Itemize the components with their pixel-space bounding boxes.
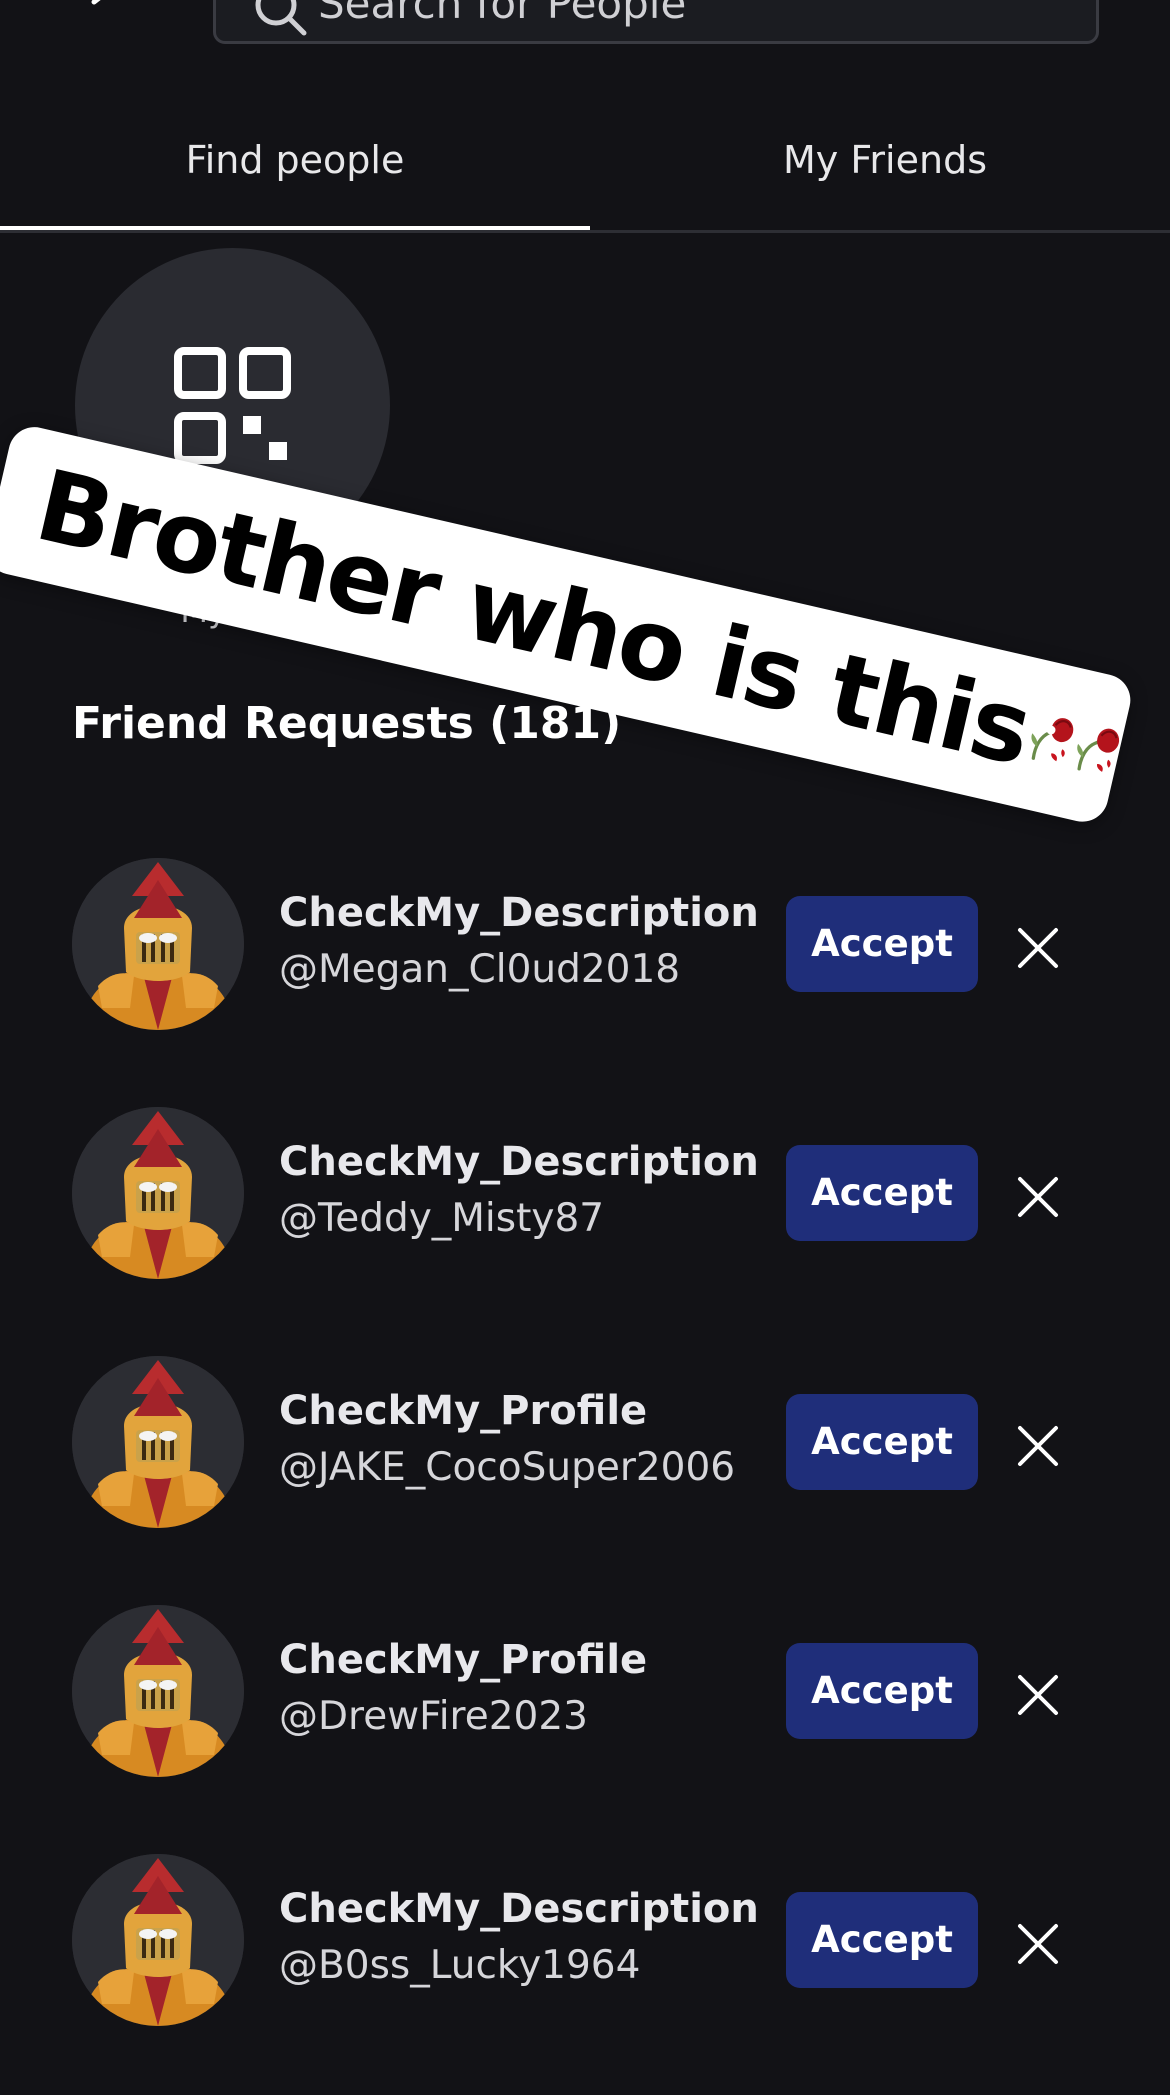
- avatar[interactable]: [72, 1107, 244, 1279]
- username: @JAKE_CocoSuper2006: [279, 1445, 736, 1490]
- decline-button[interactable]: [1008, 1914, 1068, 1974]
- close-icon: [1018, 928, 1058, 968]
- display-name[interactable]: CheckMy_Description: [279, 1886, 759, 1932]
- accept-button[interactable]: Accept: [786, 1643, 978, 1739]
- username: @Teddy_Misty87: [279, 1196, 605, 1241]
- username: @DrewFire2023: [279, 1694, 588, 1739]
- knight-avatar-icon: [72, 858, 244, 1030]
- close-icon: [1018, 1675, 1058, 1715]
- accept-button[interactable]: Accept: [786, 1145, 978, 1241]
- knight-avatar-icon: [72, 1107, 244, 1279]
- username: @B0ss_Lucky1964: [279, 1943, 641, 1988]
- accept-button[interactable]: Accept: [786, 1892, 978, 1988]
- more-options-icon[interactable]: [1015, 712, 1057, 736]
- back-arrow-icon[interactable]: [90, 0, 116, 14]
- decline-button[interactable]: [1008, 1665, 1068, 1725]
- tab-bar: Find people My Friends: [0, 110, 1170, 233]
- knight-avatar-icon: [72, 1854, 244, 2026]
- friend-request-list: CheckMy_Description @Megan_Cl0ud2018 Acc…: [0, 850, 1170, 2095]
- decline-button[interactable]: [1008, 1416, 1068, 1476]
- close-icon: [1018, 1177, 1058, 1217]
- knight-avatar-icon: [72, 1356, 244, 1528]
- search-box[interactable]: [213, 0, 1099, 44]
- username: @Megan_Cl0ud2018: [279, 947, 681, 992]
- friend-requests-heading: Friend Requests (181): [72, 698, 622, 749]
- accept-button[interactable]: Accept: [786, 1394, 978, 1490]
- search-input[interactable]: [316, 0, 1020, 43]
- friend-request-row: CheckMy_Description @B0ss_Lucky1964 Acce…: [0, 1846, 1170, 2095]
- display-name[interactable]: CheckMy_Description: [279, 1139, 759, 1185]
- accept-button[interactable]: Accept: [786, 896, 978, 992]
- friend-request-row: CheckMy_Description @Megan_Cl0ud2018 Acc…: [0, 850, 1170, 1099]
- search-icon: [255, 0, 307, 36]
- display-name[interactable]: CheckMy_Profile: [279, 1388, 647, 1434]
- display-name[interactable]: CheckMy_Profile: [279, 1637, 647, 1683]
- avatar[interactable]: [72, 1854, 244, 2026]
- avatar[interactable]: [72, 858, 244, 1030]
- friend-request-row: CheckMy_Profile @JAKE_CocoSuper2006 Acce…: [0, 1348, 1170, 1597]
- avatar[interactable]: [72, 1356, 244, 1528]
- friend-request-row: CheckMy_Description @Teddy_Misty87 Accep…: [0, 1099, 1170, 1348]
- close-icon: [1018, 1924, 1058, 1964]
- display-name[interactable]: CheckMy_Description: [279, 890, 759, 936]
- friend-request-row: CheckMy_Profile @DrewFire2023 Accept: [0, 1597, 1170, 1846]
- top-bar: [0, 0, 1170, 60]
- tab-find-people[interactable]: Find people: [0, 110, 590, 230]
- avatar[interactable]: [72, 1605, 244, 1777]
- knight-avatar-icon: [72, 1605, 244, 1777]
- close-icon: [1018, 1426, 1058, 1466]
- decline-button[interactable]: [1008, 1167, 1068, 1227]
- qr-code-icon: [174, 347, 291, 464]
- tab-my-friends[interactable]: My Friends: [590, 110, 1170, 227]
- decline-button[interactable]: [1008, 918, 1068, 978]
